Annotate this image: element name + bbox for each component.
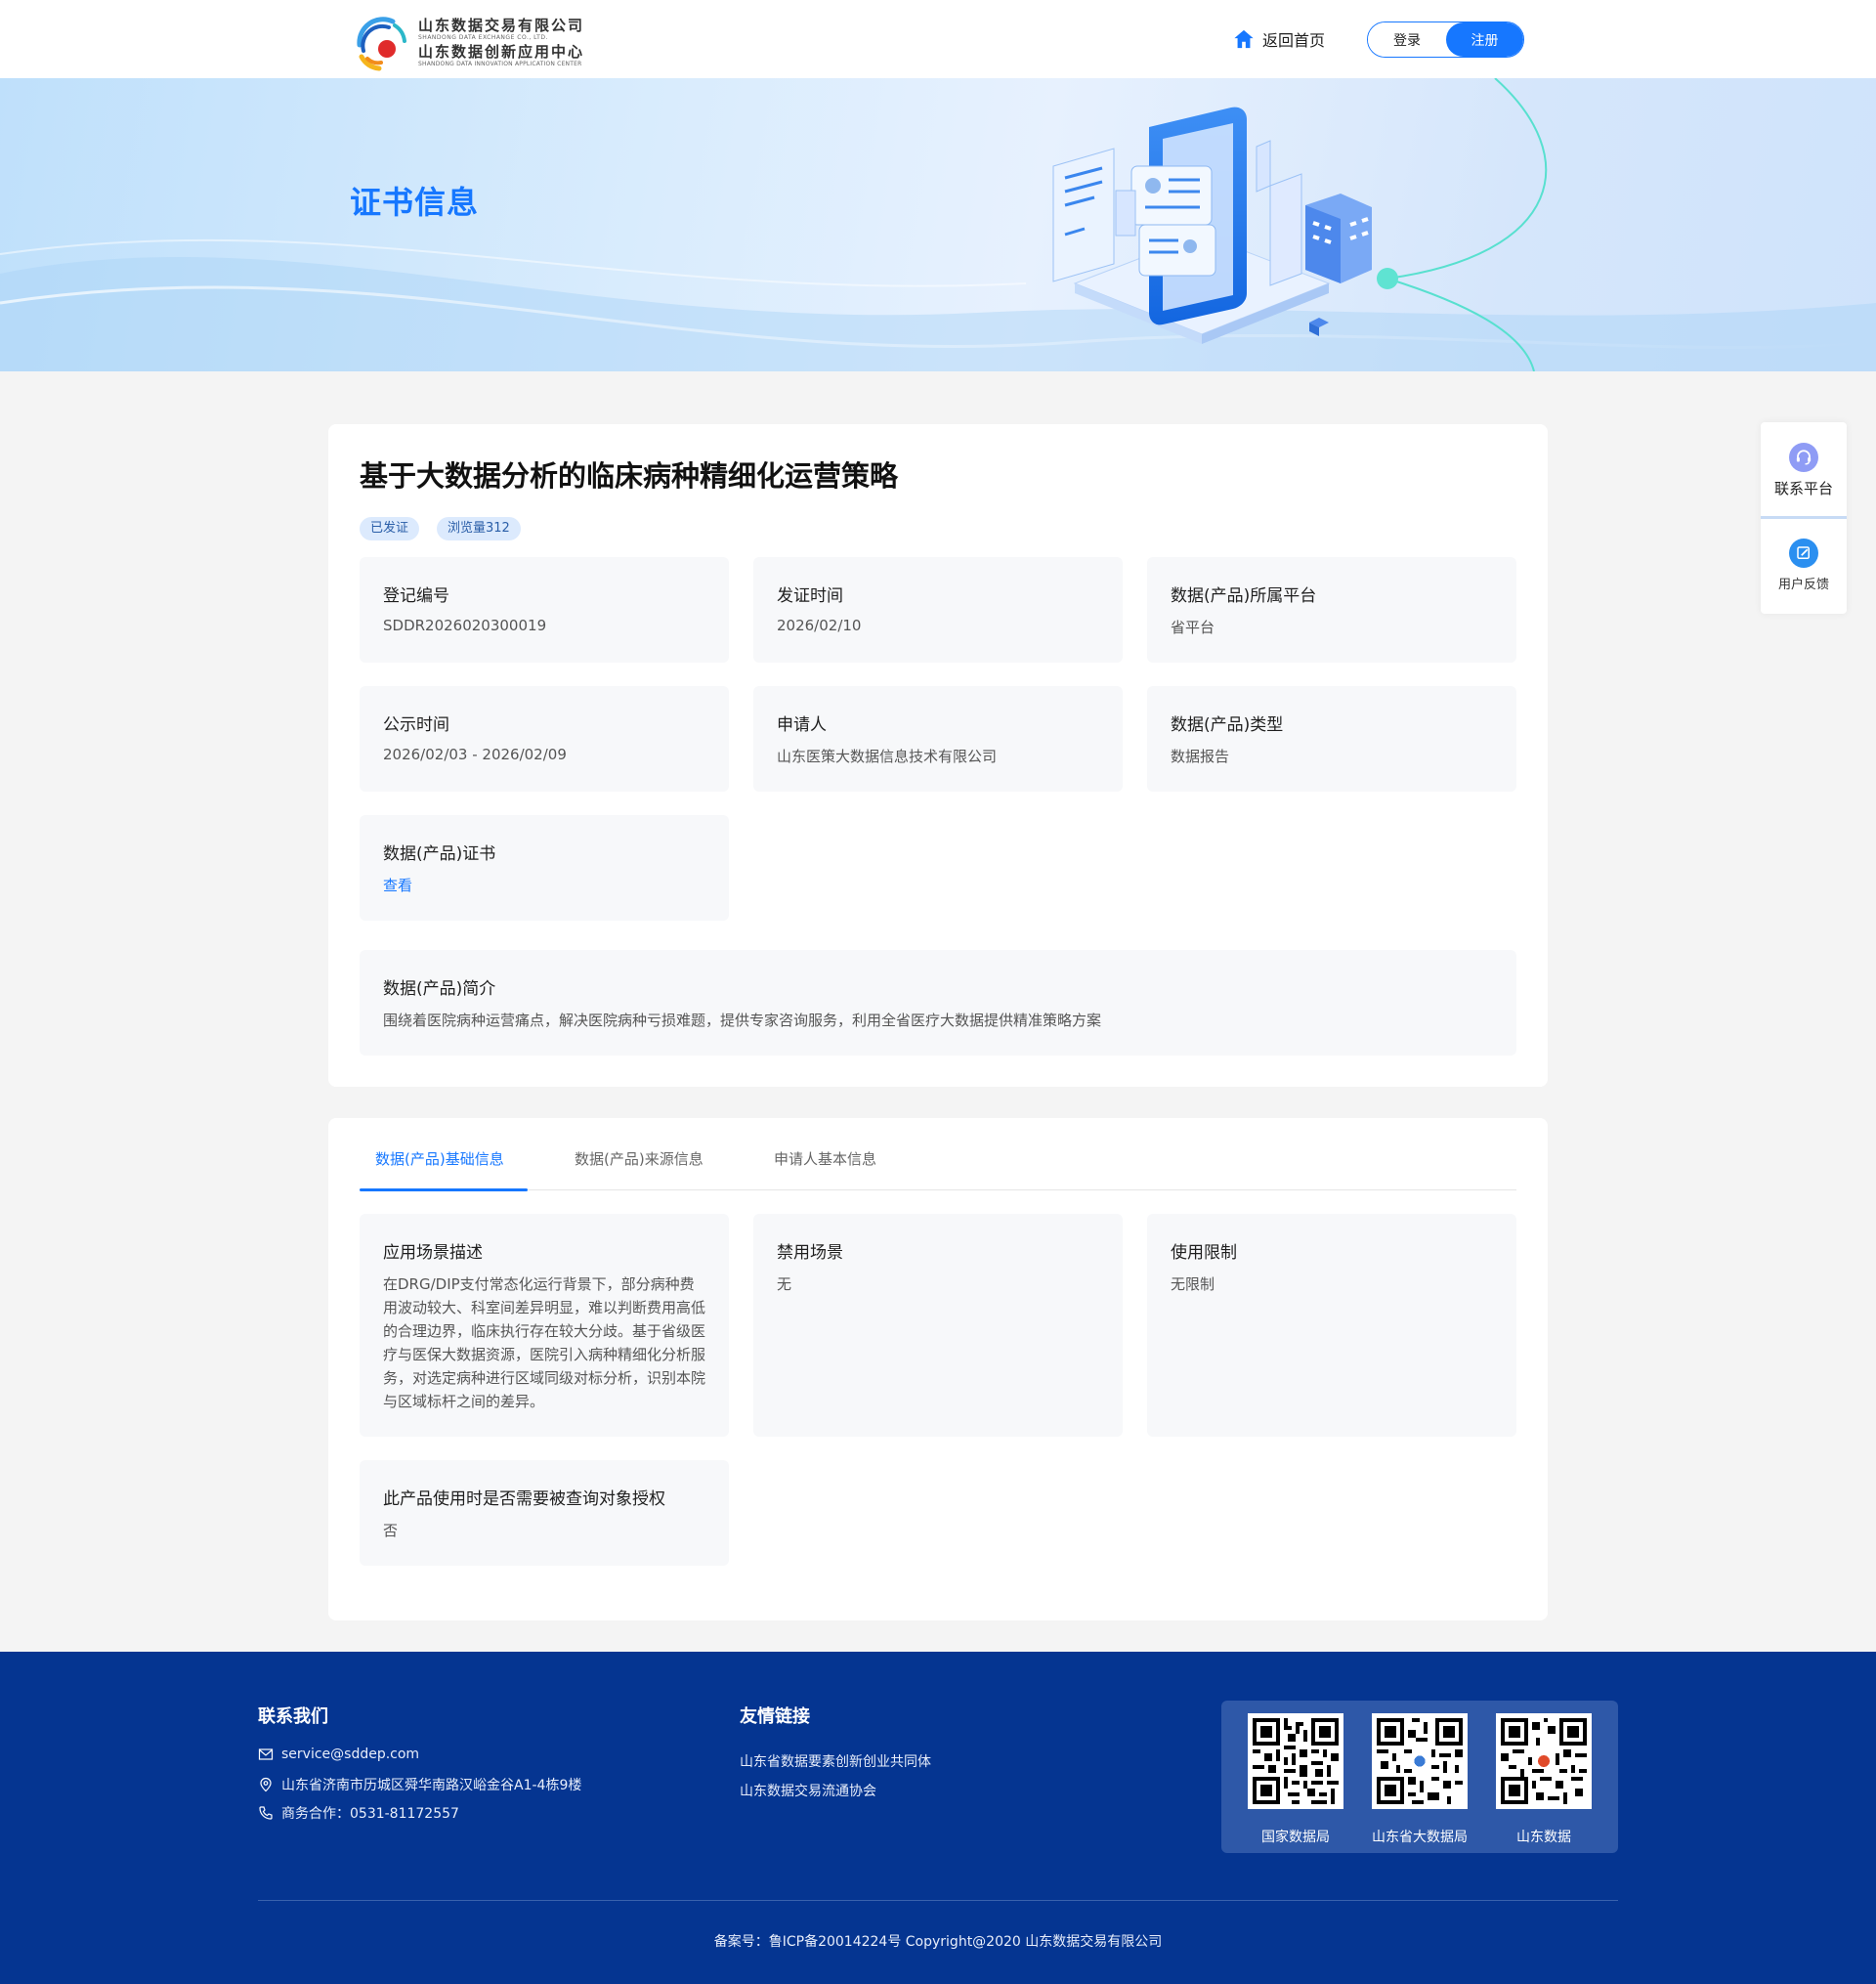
contact-email: service@sddep.com <box>258 1747 419 1762</box>
qrcode-image <box>1496 1713 1592 1809</box>
register-button[interactable]: 注册 <box>1446 22 1523 57</box>
field-issue-date: 发证时间 2026/02/10 <box>753 557 1123 663</box>
field-value: 无限制 <box>1171 1275 1215 1293</box>
friend-link-item[interactable]: 山东数据交易流通协会 <box>740 1781 876 1800</box>
page-footer: 联系我们 service@sddep.com 山东省济南市历城区舜华南路汉峪金谷… <box>0 1652 1876 1984</box>
field-label: 数据(产品)证书 <box>383 844 496 864</box>
field-label: 登记编号 <box>383 586 449 606</box>
status-badge: 已发证 <box>360 517 420 540</box>
logo-line1-en: SHANDONG DATA EXCHANGE CO., LTD. <box>418 34 548 41</box>
field-value: 否 <box>383 1522 399 1539</box>
field-value: 2026/02/03 - 2026/02/09 <box>383 746 567 763</box>
logo-line2: 山东数据创新应用中心 <box>418 43 585 61</box>
field-applicant: 申请人 山东医策大数据信息技术有限公司 <box>753 686 1123 792</box>
contact-platform-button[interactable]: 联系平台 <box>1761 422 1847 518</box>
field-value: 省平台 <box>1171 619 1215 636</box>
qrcode-label: 山东数据 <box>1516 1830 1571 1845</box>
top-header: 山东数据交易有限公司 SHANDONG DATA EXCHANGE CO., L… <box>0 0 1876 78</box>
auth-buttons: 登录 注册 <box>1367 22 1524 58</box>
field-label: 申请人 <box>777 715 827 735</box>
edit-icon <box>1789 539 1818 568</box>
field-value: 无 <box>777 1275 792 1293</box>
contact-address: 山东省济南市历城区舜华南路汉峪金谷A1-4栋9楼 <box>258 1775 581 1794</box>
contact-phone-text: 商务合作：0531-81172557 <box>281 1806 459 1822</box>
qrcode-panel: 国家数据局 山东省大数据局 山东数据 <box>1221 1701 1618 1853</box>
field-value: 在DRG/DIP支付常态化运行背景下，部分病种费用波动较大、科室间差异明显，难以… <box>383 1275 706 1410</box>
product-title: 基于大数据分析的临床病种精细化运营策略 <box>360 459 899 493</box>
field-product-type: 数据(产品)类型 数据报告 <box>1147 686 1516 792</box>
tab-applicant-info[interactable]: 申请人基本信息 <box>774 1143 876 1190</box>
logo-line1: 山东数据交易有限公司 <box>418 17 585 34</box>
field-label: 应用场景描述 <box>383 1243 483 1263</box>
contact-email-text[interactable]: service@sddep.com <box>281 1747 419 1762</box>
user-feedback-button[interactable]: 用户反馈 <box>1761 518 1847 614</box>
field-authorization-required: 此产品使用时是否需要被查询对象授权 否 <box>360 1460 729 1566</box>
contact-address-text: 山东省济南市历城区舜华南路汉峪金谷A1-4栋9楼 <box>281 1778 582 1793</box>
page-banner: 证书信息 <box>0 78 1876 371</box>
headset-icon <box>1789 443 1818 472</box>
contact-us-heading: 联系我们 <box>258 1706 328 1727</box>
logo-mark-icon <box>350 12 412 74</box>
product-tabs-card: 数据(产品)基础信息 数据(产品)来源信息 申请人基本信息 应用场景描述 在DR… <box>328 1118 1548 1620</box>
field-application-scenario: 应用场景描述 在DRG/DIP支付常态化运行背景下，部分病种费用波动较大、科室间… <box>360 1214 729 1437</box>
footer-divider <box>258 1900 1618 1901</box>
field-usage-limit: 使用限制 无限制 <box>1147 1214 1516 1437</box>
banner-illustration-icon <box>0 78 1876 371</box>
tab-basic-info[interactable]: 数据(产品)基础信息 <box>375 1143 504 1190</box>
phone-icon <box>259 1806 273 1820</box>
field-label: 数据(产品)简介 <box>383 979 496 999</box>
product-detail-card: 基于大数据分析的临床病种精细化运营策略 已发证 浏览量312 登记编号 SDDR… <box>328 424 1548 1087</box>
field-registration-number: 登记编号 SDDR2026020300019 <box>360 557 729 663</box>
field-label: 公示时间 <box>383 715 449 735</box>
friend-links-heading: 友情链接 <box>740 1706 810 1727</box>
copyright-text: 备案号：鲁ICP备20014224号 Copyright@2020 山东数据交易… <box>713 1934 1163 1950</box>
qrcode-label: 国家数据局 <box>1261 1830 1330 1845</box>
view-certificate-link[interactable]: 查看 <box>383 875 412 895</box>
field-value: SDDR2026020300019 <box>383 617 547 634</box>
field-platform: 数据(产品)所属平台 省平台 <box>1147 557 1516 663</box>
qrcode-image <box>1248 1713 1343 1809</box>
field-prohibited-scenario: 禁用场景 无 <box>753 1214 1123 1437</box>
contact-phone: 商务合作：0531-81172557 <box>258 1803 459 1823</box>
field-value: 围绕着医院病种运营痛点，解决医院病种亏损难题，提供专家咨询服务，利用全省医疗大数… <box>383 1012 1102 1029</box>
logo-line2-en: SHANDONG DATA INNOVATION APPLICATION CEN… <box>418 61 582 67</box>
field-certificate: 数据(产品)证书 查看 <box>360 815 729 921</box>
mail-icon <box>258 1748 274 1760</box>
field-value: 2026/02/10 <box>777 617 862 634</box>
tab-bar: 数据(产品)基础信息 数据(产品)来源信息 申请人基本信息 <box>360 1143 1516 1191</box>
home-icon <box>1234 29 1254 49</box>
company-logo[interactable]: 山东数据交易有限公司 SHANDONG DATA EXCHANGE CO., L… <box>350 12 606 74</box>
login-button[interactable]: 登录 <box>1368 22 1446 57</box>
page-title: 证书信息 <box>350 184 480 221</box>
tab-source-info[interactable]: 数据(产品)来源信息 <box>575 1143 704 1190</box>
field-product-intro: 数据(产品)简介 围绕着医院病种运营痛点，解决医院病种亏损难题，提供专家咨询服务… <box>360 950 1516 1056</box>
field-label: 数据(产品)所属平台 <box>1171 586 1317 606</box>
field-label: 发证时间 <box>777 586 843 606</box>
qrcode-label: 山东省大数据局 <box>1372 1830 1468 1845</box>
user-feedback-label: 用户反馈 <box>1777 578 1829 592</box>
qrcode-image <box>1372 1713 1468 1809</box>
friend-link-item[interactable]: 山东省数据要素创新创业共同体 <box>740 1751 931 1771</box>
field-label: 禁用场景 <box>777 1243 843 1263</box>
home-link[interactable]: 返回首页 <box>1233 25 1325 53</box>
location-pin-icon <box>260 1777 272 1792</box>
field-publicity-period: 公示时间 2026/02/03 - 2026/02/09 <box>360 686 729 792</box>
field-label: 使用限制 <box>1171 1243 1237 1263</box>
field-label: 数据(产品)类型 <box>1171 715 1284 735</box>
home-link-label: 返回首页 <box>1262 31 1326 50</box>
field-value: 山东医策大数据信息技术有限公司 <box>777 748 998 765</box>
contact-platform-label: 联系平台 <box>1773 480 1833 497</box>
field-label: 此产品使用时是否需要被查询对象授权 <box>383 1489 665 1509</box>
active-tab-indicator <box>360 1188 528 1191</box>
field-value: 数据报告 <box>1171 748 1230 765</box>
side-float-panel: 联系平台 用户反馈 <box>1761 422 1847 614</box>
view-count-badge: 浏览量312 <box>437 517 521 540</box>
